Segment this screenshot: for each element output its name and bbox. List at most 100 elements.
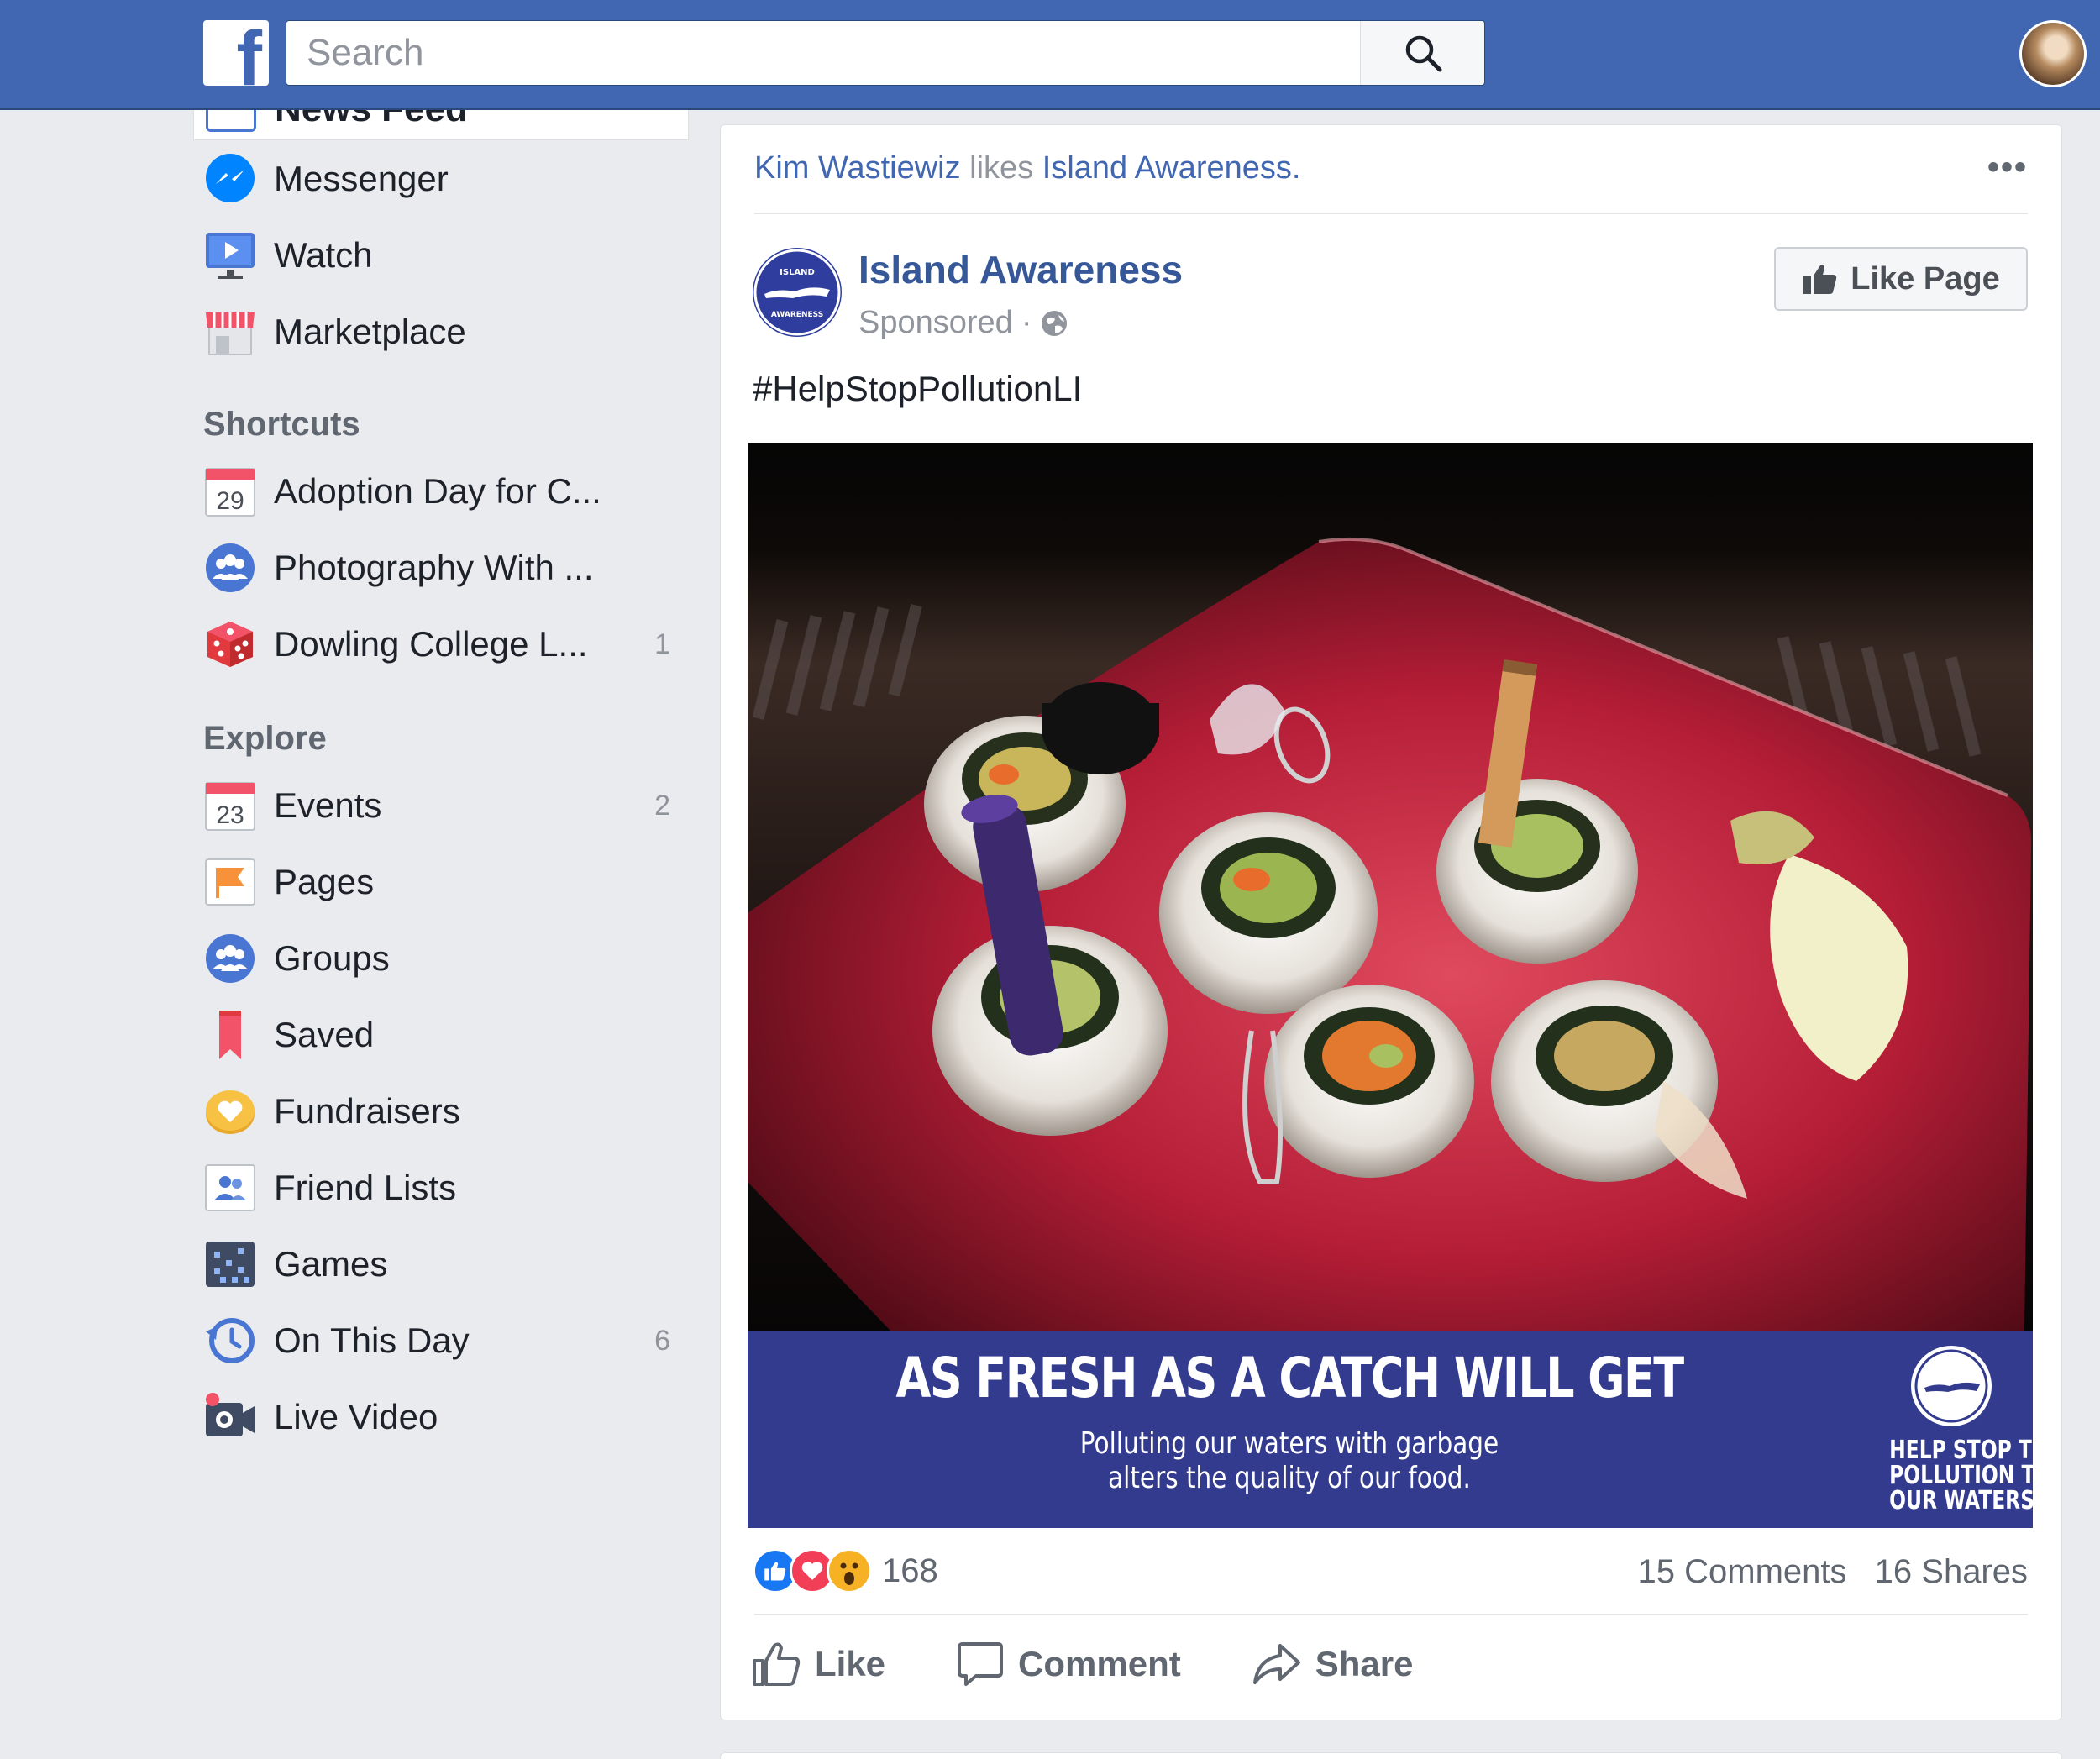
dice-icon xyxy=(203,617,257,671)
divider xyxy=(754,1614,2028,1615)
sidebar-item-label: Messenger xyxy=(274,159,449,198)
engagement-stats: 15 Comments 16 Shares xyxy=(1638,1553,2028,1591)
shares-count-link[interactable]: 16 Shares xyxy=(1875,1553,2028,1590)
share-icon xyxy=(1252,1644,1300,1684)
heart-coin-icon xyxy=(203,1084,257,1138)
search-input[interactable] xyxy=(286,21,1360,85)
reaction-count: 168 xyxy=(882,1552,938,1589)
sidebar-item-friend-lists[interactable]: Friend Lists xyxy=(203,1158,689,1217)
reactions-summary[interactable]: 168 xyxy=(753,1548,938,1594)
messenger-icon xyxy=(203,152,257,206)
sidebar-item-label: Photography With ... xyxy=(274,548,594,587)
sidebar-item-events[interactable]: 23 Events 2 xyxy=(203,776,689,835)
sidebar-item-label: News Feed xyxy=(275,110,468,130)
sidebar-item-count: 2 xyxy=(654,789,670,822)
separator-dot: · xyxy=(1021,305,1032,340)
shortcuts-heading: Shortcuts xyxy=(203,406,360,443)
divider xyxy=(754,213,2028,214)
sidebar-item-fundraisers[interactable]: Fundraisers xyxy=(203,1082,689,1141)
banner-line-1: Polluting our waters with garbage xyxy=(1079,1426,1499,1461)
sidebar-item-label: Marketplace xyxy=(274,312,466,351)
like-button-label: Like xyxy=(815,1644,886,1683)
sidebar-item-watch[interactable]: Watch xyxy=(203,226,689,285)
like-button[interactable]: Like xyxy=(751,1641,885,1688)
comment-icon xyxy=(958,1642,1004,1686)
sidebar-item-games[interactable]: Games xyxy=(203,1235,689,1294)
comment-button[interactable]: Comment xyxy=(956,1641,1181,1688)
page-logo[interactable]: ISLAND AWARENESS xyxy=(753,248,842,337)
wow-reaction-icon xyxy=(827,1548,872,1594)
sidebar-item-live-video[interactable]: Live Video xyxy=(203,1388,689,1447)
explore-heading: Explore xyxy=(203,720,327,757)
calendar-icon: 23 xyxy=(203,779,257,832)
search-button[interactable] xyxy=(1360,21,1484,85)
thumbs-up-outline-icon xyxy=(753,1642,801,1686)
news-feed-icon xyxy=(206,110,256,132)
group-icon xyxy=(203,541,257,595)
like-page-label: Like Page xyxy=(1851,260,2000,297)
sushi-photo xyxy=(748,443,2033,1331)
sidebar-item-saved[interactable]: Saved xyxy=(203,1006,689,1064)
sidebar-item-label: Events xyxy=(274,785,382,825)
group-icon xyxy=(203,932,257,985)
search-icon xyxy=(1405,35,1441,72)
island-awareness-seal-icon xyxy=(1911,1346,1992,1426)
ad-image[interactable]: AS FRESH AS A CATCH WILL GET Polluting o… xyxy=(748,443,2033,1528)
sidebar-item-label: Watch xyxy=(274,235,373,275)
calendar-day-text: 29 xyxy=(216,487,244,515)
facebook-logo-icon[interactable]: f xyxy=(203,20,269,86)
sidebar-item-pages[interactable]: Pages xyxy=(203,853,689,911)
sidebar-item-on-this-day[interactable]: On This Day 6 xyxy=(203,1311,689,1370)
top-navigation-bar: f xyxy=(0,0,2100,110)
comments-count-link[interactable]: 15 Comments xyxy=(1638,1553,1847,1590)
share-button[interactable]: Share xyxy=(1252,1641,1414,1688)
share-button-label: Share xyxy=(1315,1644,1414,1683)
like-page-button[interactable]: Like Page xyxy=(1774,247,2028,311)
post-actions: Like Comment Share xyxy=(751,1641,1483,1688)
story-actor-link[interactable]: Kim Wastiewiz xyxy=(754,150,961,186)
sidebar-item-marketplace[interactable]: Marketplace xyxy=(203,302,689,361)
story-line: Kim Wastiewiz likes Island Awareness. xyxy=(754,150,1300,186)
sidebar-item-photography[interactable]: Photography With ... xyxy=(203,538,689,597)
next-post-card xyxy=(720,1752,2062,1759)
sidebar-item-count: 1 xyxy=(654,627,670,660)
comment-button-label: Comment xyxy=(1018,1644,1181,1683)
flag-icon xyxy=(203,855,257,909)
sidebar-item-label: Groups xyxy=(274,938,390,978)
sidebar-item-label: Friend Lists xyxy=(274,1168,457,1207)
banner-tag-line-2: POLLUTION TO xyxy=(1889,1461,2033,1490)
sponsored-text[interactable]: Sponsored xyxy=(858,305,1013,341)
globe-icon[interactable] xyxy=(1040,309,1068,338)
marketplace-icon xyxy=(203,305,257,359)
sidebar-item-news-feed[interactable]: News Feed xyxy=(193,110,689,140)
banner-tag-line-3: OUR WATERS xyxy=(1889,1486,2033,1515)
games-icon xyxy=(203,1237,257,1291)
post-caption: #HelpStopPollutionLI xyxy=(753,369,1083,408)
sidebar-item-adoption-day[interactable]: 29 Adoption Day for C... xyxy=(203,462,689,521)
sidebar-item-label: Live Video xyxy=(274,1397,438,1436)
sidebar-item-groups[interactable]: Groups xyxy=(203,929,689,988)
page-logo-text-bottom: AWARENESS xyxy=(771,311,823,319)
sidebar-item-label: On This Day xyxy=(274,1321,470,1360)
ad-banner: AS FRESH AS A CATCH WILL GET Polluting o… xyxy=(748,1331,2033,1528)
facebook-logo-letter: f xyxy=(236,20,262,86)
banner-line-2: alters the quality of our food. xyxy=(1108,1461,1471,1495)
search-box xyxy=(286,20,1485,86)
sidebar-item-label: Fundraisers xyxy=(274,1091,460,1131)
calendar-day-text: 23 xyxy=(216,801,244,829)
sidebar-item-messenger[interactable]: Messenger xyxy=(203,150,689,208)
story-target-link[interactable]: Island Awareness. xyxy=(1042,150,1301,186)
live-camera-icon xyxy=(203,1390,257,1444)
profile-avatar[interactable] xyxy=(2019,20,2087,87)
sidebar-item-count: 6 xyxy=(654,1324,670,1357)
calendar-icon: 29 xyxy=(203,465,257,518)
history-icon xyxy=(203,1314,257,1368)
sidebar-item-dowling-college[interactable]: Dowling College L... 1 xyxy=(203,615,689,674)
post-options-icon[interactable]: ••• xyxy=(1987,150,2028,184)
page-name-link[interactable]: Island Awareness xyxy=(858,247,1183,292)
bookmark-icon xyxy=(203,1008,257,1062)
watch-icon xyxy=(203,228,257,282)
sidebar-item-label: Pages xyxy=(274,862,375,901)
thumbs-up-icon xyxy=(1803,265,1837,294)
sponsored-label: Sponsored · xyxy=(858,305,1068,341)
